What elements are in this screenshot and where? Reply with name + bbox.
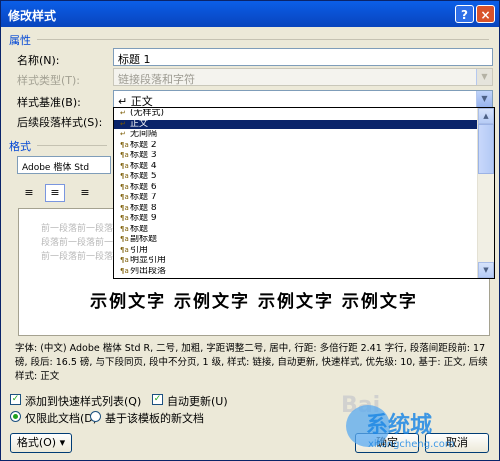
linked-style-icon: ¶a bbox=[120, 224, 129, 233]
help-button[interactable]: ? bbox=[455, 5, 474, 23]
paragraph-style-icon: ↵ bbox=[120, 109, 126, 117]
auto-update-label: 自动更新(U) bbox=[167, 395, 228, 408]
dropdown-item[interactable]: ↵ 正文 bbox=[114, 119, 478, 129]
style-description: 字体: (中文) Adobe 楷体 Std R, 二号, 加粗, 字距调整二号,… bbox=[15, 343, 488, 382]
align-left-button[interactable]: ≡ bbox=[19, 184, 39, 202]
linked-style-icon: ¶a bbox=[120, 235, 129, 243]
following-style-label: 后续段落样式(S): bbox=[17, 116, 103, 129]
add-quick-style-label: 添加到快速样式列表(Q) bbox=[25, 395, 142, 408]
close-button[interactable]: × bbox=[476, 5, 495, 23]
linked-style-icon: ¶a bbox=[120, 172, 129, 180]
chevron-down-icon[interactable]: ▼ bbox=[476, 91, 492, 107]
dropdown-item-label: 标题 5 bbox=[130, 172, 157, 181]
dropdown-item-label: 标题 4 bbox=[130, 161, 157, 171]
linked-style-icon: ¶a bbox=[120, 266, 129, 275]
properties-group-label: 属性 bbox=[9, 34, 31, 47]
dropdown-item-label: 标题 2 bbox=[130, 140, 157, 150]
properties-divider bbox=[37, 39, 489, 40]
auto-update-checkbox[interactable]: ✓ bbox=[152, 394, 163, 405]
style-type-label: 样式类型(T): bbox=[17, 74, 81, 87]
add-quick-style-checkbox[interactable]: ✓ bbox=[10, 394, 21, 405]
align-center-button[interactable]: ≡ bbox=[45, 184, 65, 202]
paragraph-style-icon: ↵ bbox=[120, 119, 126, 128]
dropdown-item-label: 副标题 bbox=[130, 235, 158, 244]
dropdown-item-label: 标题 6 bbox=[130, 182, 157, 192]
style-type-select: 链接段落和字符 ▼ bbox=[113, 68, 493, 86]
modify-style-dialog: 修改样式 ? × 属性 名称(N): 标题 1 样式类型(T): 链接段落和字符… bbox=[0, 0, 500, 461]
dropdown-item[interactable]: ¶a明显引用 bbox=[114, 256, 478, 265]
dropdown-item-label: 标题 7 bbox=[130, 193, 157, 202]
new-documents-template-label: 基于该模板的新文档 bbox=[105, 412, 204, 425]
dropdown-item[interactable]: ↵ 无间隔 bbox=[114, 130, 478, 139]
dropdown-item[interactable]: ¶a列出段落 bbox=[114, 267, 478, 276]
dropdown-item[interactable]: ¶a标题 5 bbox=[114, 172, 478, 181]
dropdown-item[interactable]: ¶a标题 4 bbox=[114, 162, 478, 171]
preview-sample-text: 示例文字 示例文字 示例文字 示例文字 bbox=[90, 292, 418, 312]
dropdown-item-label: 列出段落 bbox=[130, 266, 167, 276]
dropdown-item-label: 明显引用 bbox=[130, 256, 167, 265]
dropdown-item[interactable]: ¶a标题 7 bbox=[114, 193, 478, 202]
font-value: Adobe 楷体 Std bbox=[22, 163, 90, 173]
dropdown-item-label: 标题 9 bbox=[130, 214, 157, 223]
dropdown-item[interactable]: ↵ (无样式) bbox=[114, 109, 478, 118]
format-menu-button[interactable]: 格式(O) ▾ bbox=[10, 433, 72, 453]
dropdown-item-label: (无样式) bbox=[130, 109, 165, 118]
linked-style-icon: ¶a bbox=[120, 214, 129, 222]
linked-style-icon: ¶a bbox=[120, 161, 129, 170]
linked-style-icon: ¶a bbox=[120, 182, 129, 191]
only-this-document-label: 仅限此文档(D) bbox=[25, 412, 98, 425]
new-documents-template-radio[interactable] bbox=[90, 411, 101, 422]
title-bar: 修改样式 ? × bbox=[1, 1, 499, 27]
format-divider bbox=[37, 145, 107, 146]
scroll-down-icon[interactable]: ▼ bbox=[478, 262, 494, 278]
dropdown-item[interactable]: ¶a副标题 bbox=[114, 235, 478, 244]
linked-style-icon: ¶a bbox=[120, 151, 129, 159]
style-type-value: 链接段落和字符 bbox=[118, 73, 195, 86]
based-on-label: 样式基准(B): bbox=[17, 96, 81, 109]
name-input[interactable]: 标题 1 bbox=[113, 48, 493, 66]
dropdown-item-label: 标题 8 bbox=[130, 203, 157, 213]
dropdown-item[interactable]: ¶a引用 bbox=[114, 246, 478, 255]
linked-style-icon: ¶a bbox=[120, 140, 129, 149]
dropdown-item-label: 引用 bbox=[130, 245, 149, 255]
name-label: 名称(N): bbox=[17, 54, 60, 67]
linked-style-icon: ¶a bbox=[120, 193, 129, 201]
dialog-title: 修改样式 bbox=[8, 9, 57, 23]
format-group-label: 格式 bbox=[9, 140, 31, 153]
based-on-dropdown-list[interactable]: ↵ (无样式) ↵ 正文 ↵ 无间隔 ¶a标题 2 ¶a标题 3 ¶a标题 4 ¶a标题 5 ¶a标… bbox=[113, 107, 495, 279]
dropdown-item-label: 无间隔 bbox=[130, 130, 158, 139]
linked-style-icon: ¶a bbox=[120, 245, 129, 254]
scroll-up-icon[interactable]: ▲ bbox=[478, 108, 494, 124]
dropdown-scrollbar[interactable]: ▲ ▼ bbox=[477, 108, 494, 278]
scrollbar-thumb[interactable] bbox=[478, 124, 494, 174]
font-select[interactable]: Adobe 楷体 Std bbox=[17, 156, 111, 174]
dropdown-item[interactable]: ¶a标题 2 bbox=[114, 141, 478, 150]
dropdown-item-label: 正文 bbox=[130, 119, 149, 129]
watermark-url: xitongcheng.com bbox=[368, 439, 455, 450]
dropdown-item[interactable]: ¶a标题 bbox=[114, 225, 478, 234]
watermark-brand: 系统城 bbox=[366, 413, 433, 438]
dropdown-item[interactable]: ¶a标题 8 bbox=[114, 204, 478, 213]
only-this-document-radio[interactable] bbox=[10, 411, 21, 422]
dropdown-item[interactable]: ¶a标题 6 bbox=[114, 183, 478, 192]
based-on-select[interactable]: ↵ 正文 ▼ bbox=[113, 90, 493, 108]
paragraph-style-icon: ↵ bbox=[120, 130, 126, 138]
dropdown-item[interactable]: ¶a标题 9 bbox=[114, 214, 478, 223]
dropdown-item-label: 标题 bbox=[130, 224, 149, 234]
site-watermark: 系统城 xitongcheng.com bbox=[306, 401, 496, 457]
linked-style-icon: ¶a bbox=[120, 203, 129, 212]
align-right-button[interactable]: ≡ bbox=[75, 184, 95, 202]
chevron-down-icon: ▼ bbox=[476, 69, 492, 85]
dropdown-item[interactable]: ¶a标题 3 bbox=[114, 151, 478, 160]
linked-style-icon: ¶a bbox=[120, 256, 129, 264]
dropdown-item-label: 标题 3 bbox=[130, 151, 157, 160]
